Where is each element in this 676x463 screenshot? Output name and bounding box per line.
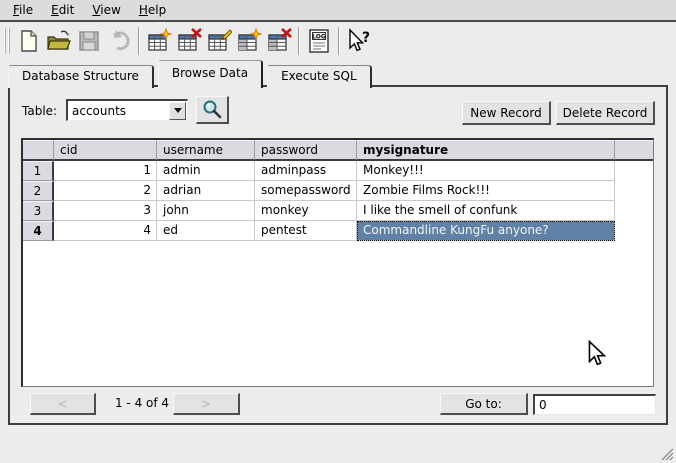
tab-execute-sql[interactable]: Execute SQL (267, 65, 372, 88)
cell-cid[interactable]: 2 (54, 181, 157, 201)
menu-edit[interactable]: Edit (42, 1, 83, 19)
undo-arrow-icon (106, 28, 132, 54)
cell-password[interactable]: pentest (255, 221, 357, 241)
record-range-label: 1 - 4 of 4 (106, 396, 178, 410)
toolbar-separator (298, 27, 300, 55)
row-header[interactable]: 4 (23, 221, 54, 241)
cell-mysignature[interactable]: I like the smell of confunk (357, 201, 615, 221)
chevron-down-icon[interactable] (169, 102, 186, 120)
menu-help-label: elp (148, 3, 166, 17)
arrow-question-icon: ? (345, 28, 373, 54)
column-header-username[interactable]: username (157, 140, 255, 161)
open-database-button[interactable] (44, 26, 74, 56)
cell-mysignature[interactable]: Zombie Films Rock!!! (357, 181, 615, 201)
cell-cid[interactable]: 4 (54, 221, 157, 241)
goto-button[interactable]: Go to: (440, 393, 528, 415)
open-folder-icon (46, 28, 72, 54)
table-select[interactable]: accounts (66, 99, 188, 121)
show-log-button[interactable]: LOG (304, 26, 334, 56)
cell-cid[interactable]: 3 (54, 201, 157, 221)
tab-browse-data[interactable]: Browse Data (158, 60, 263, 88)
browse-data-panel: Table: accounts New Record Delete Record… (8, 85, 668, 425)
status-bar (0, 427, 676, 463)
table-row[interactable]: 3 3 john monkey I like the smell of conf… (23, 201, 653, 221)
cell-password[interactable]: adminpass (255, 161, 357, 181)
floppy-disk-icon (77, 29, 101, 53)
toolbar-separator (138, 27, 140, 55)
cell-mysignature[interactable]: Monkey!!! (357, 161, 615, 181)
magnifier-icon (201, 99, 223, 121)
cell-username[interactable]: adrian (157, 181, 255, 201)
table-pencil-icon (206, 28, 232, 54)
previous-page-button[interactable]: < (30, 393, 96, 415)
log-icon-text: LOG (312, 34, 326, 41)
cell-password[interactable]: somepassword (255, 181, 357, 201)
table-label: Table: (22, 104, 57, 118)
menu-help[interactable]: Help (130, 1, 175, 19)
cell-username[interactable]: john (157, 201, 255, 221)
grid-corner-header[interactable] (23, 140, 54, 161)
tab-bar: Database Structure Browse Data Execute S… (8, 60, 372, 88)
new-file-icon (17, 29, 41, 53)
menu-view-label: iew (100, 3, 121, 17)
goto-record-input[interactable] (533, 394, 656, 415)
create-table-button[interactable] (144, 26, 174, 56)
next-page-button[interactable]: > (173, 393, 240, 415)
menu-file[interactable]: File (4, 1, 42, 19)
index-x-icon (266, 28, 292, 54)
delete-record-button[interactable]: Delete Record (556, 101, 655, 125)
menu-help-mnemonic: H (139, 3, 148, 17)
table-row[interactable]: 2 2 adrian somepassword Zombie Films Roc… (23, 181, 653, 201)
delete-table-button[interactable] (174, 26, 204, 56)
resize-grip-icon[interactable] (659, 446, 674, 461)
menu-bar: File Edit View Help (0, 0, 676, 22)
whats-this-button[interactable]: ? (344, 26, 374, 56)
column-header-filler (615, 140, 653, 161)
menu-view[interactable]: View (83, 1, 129, 19)
cell-username[interactable]: admin (157, 161, 255, 181)
tab-database-structure[interactable]: Database Structure (8, 65, 154, 88)
new-database-button[interactable] (14, 26, 44, 56)
column-header-password[interactable]: password (255, 140, 357, 161)
toolbar: LOG ? (0, 24, 676, 58)
menu-file-label: ile (19, 3, 33, 17)
table-star-icon (146, 28, 172, 54)
table-select-value: accounts (68, 104, 169, 118)
data-grid: cid username password mysignature 1 1 ad… (21, 138, 654, 387)
delete-index-button[interactable] (264, 26, 294, 56)
menu-edit-label: dit (59, 3, 75, 17)
table-x-icon (176, 28, 202, 54)
create-index-button[interactable] (234, 26, 264, 56)
cell-cid[interactable]: 1 (54, 161, 157, 181)
table-row-selected[interactable]: 4 4 ed pentest Commandline KungFu anyone… (23, 221, 653, 241)
row-header[interactable]: 2 (23, 181, 54, 201)
cell-mysignature-selected[interactable]: Commandline KungFu anyone? (357, 221, 615, 241)
revert-changes-button[interactable] (104, 26, 134, 56)
modify-table-button[interactable] (204, 26, 234, 56)
new-record-button[interactable]: New Record (462, 101, 551, 125)
toolbar-drag-handle[interactable] (4, 28, 10, 54)
cell-username[interactable]: ed (157, 221, 255, 241)
svg-text:?: ? (362, 30, 370, 46)
toolbar-separator (338, 27, 340, 55)
log-icon: LOG (307, 28, 331, 54)
column-header-cid[interactable]: cid (54, 140, 157, 161)
row-header[interactable]: 1 (23, 161, 54, 181)
save-database-button[interactable] (74, 26, 104, 56)
table-row[interactable]: 1 1 admin adminpass Monkey!!! (23, 161, 653, 181)
menu-edit-mnemonic: E (51, 3, 59, 17)
column-header-mysignature[interactable]: mysignature (357, 140, 615, 161)
row-header[interactable]: 3 (23, 201, 54, 221)
index-star-icon (236, 28, 262, 54)
cell-password[interactable]: monkey (255, 201, 357, 221)
sqlite-database-browser-window: File Edit View Help (0, 0, 676, 463)
grid-header-row: cid username password mysignature (23, 140, 653, 161)
search-button[interactable] (196, 96, 229, 124)
